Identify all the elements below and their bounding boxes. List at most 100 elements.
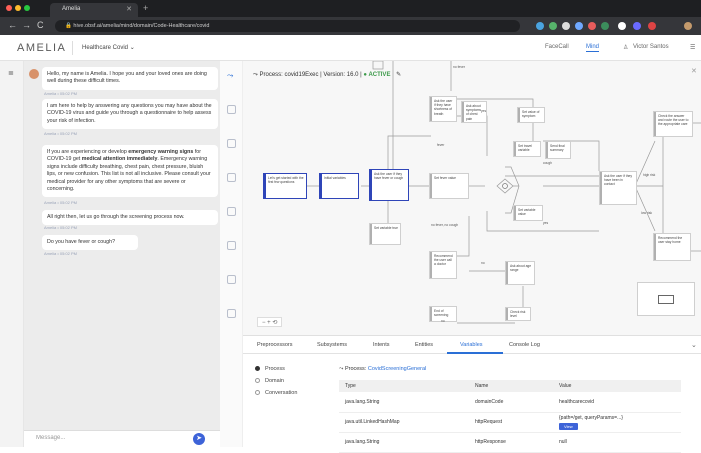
minimize-window-icon[interactable] xyxy=(15,5,21,11)
forward-icon[interactable]: → xyxy=(22,20,31,30)
tab-intents[interactable]: Intents xyxy=(373,342,390,348)
edge-label: no xyxy=(481,261,485,265)
scope-conversation[interactable]: Conversation xyxy=(255,390,297,396)
chat-message: All right then, let us go through the sc… xyxy=(42,210,218,226)
message-timestamp: Amelia • 05:02 PM xyxy=(44,91,77,96)
flow-node[interactable]: Check the answer and route the user to t… xyxy=(653,111,693,137)
browser-tab[interactable]: Amelia ✕ xyxy=(50,3,138,17)
settings-tool-icon[interactable] xyxy=(227,309,236,318)
url-text: hive.obsf.ai/amelia/mind/domain/Code-Hea… xyxy=(73,23,210,29)
extension-icon[interactable] xyxy=(633,22,641,30)
bottom-panel: Preprocessors Subsystems Intents Entitie… xyxy=(243,335,701,453)
url-field[interactable]: 🔒 hive.obsf.ai/amelia/mind/domain/Code-H… xyxy=(55,20,520,32)
scope-process[interactable]: Process xyxy=(255,366,285,372)
avatar xyxy=(29,69,39,79)
message-text: If you are experiencing or develop xyxy=(47,149,129,155)
process-name: Process: covid19Exec xyxy=(259,72,319,78)
table-header: Type Name Value xyxy=(339,380,681,392)
close-icon[interactable]: ✕ xyxy=(691,67,697,75)
entity-tool-icon[interactable] xyxy=(227,173,236,182)
cell-value: null xyxy=(553,432,681,453)
back-icon[interactable]: ← xyxy=(8,20,17,30)
flow-node[interactable]: Send final summary xyxy=(545,141,571,159)
agent-name: Healthcare Covid xyxy=(82,45,129,51)
maximize-window-icon[interactable] xyxy=(24,5,30,11)
column-header: Value xyxy=(553,380,681,392)
script-tool-icon[interactable] xyxy=(227,275,236,284)
flow-node[interactable]: Let's get started with the first few que… xyxy=(263,173,307,199)
message-bold: medical attention immediately xyxy=(81,156,158,163)
process-link[interactable]: CovidScreeningGeneral xyxy=(368,366,426,372)
tab-preprocessors[interactable]: Preprocessors xyxy=(257,342,292,348)
cell-type: java.lang.String xyxy=(339,392,469,413)
chat-message: Hello, my name is Amelia. I hope you and… xyxy=(42,67,218,90)
message-timestamp: Amelia • 05:02 PM xyxy=(44,131,77,136)
profile-avatar[interactable] xyxy=(684,22,692,30)
collapse-icon[interactable]: ⌄ xyxy=(691,341,697,349)
extension-icon[interactable] xyxy=(648,22,656,30)
send-button[interactable]: ➤ xyxy=(193,433,205,445)
zoom-controls[interactable]: − + ⟲ xyxy=(257,317,283,327)
menu-icon[interactable]: ☰ xyxy=(690,44,695,51)
tab-entities[interactable]: Entities xyxy=(415,342,433,348)
variable-tool-icon[interactable] xyxy=(227,241,236,250)
flow-node[interactable]: Ask the user if they have shortness of b… xyxy=(429,96,457,122)
message-input[interactable] xyxy=(36,435,186,441)
flow-node[interactable]: Set fever value xyxy=(429,173,469,199)
process-canvas[interactable]: ⤳ Process: covid19Exec | Version: 16.0 |… xyxy=(243,61,701,335)
chat-icon[interactable]: ≣ xyxy=(8,69,14,77)
extension-icon[interactable] xyxy=(575,22,583,30)
intent-tool-icon[interactable] xyxy=(227,139,236,148)
extension-icon[interactable] xyxy=(549,22,557,30)
nav-mind[interactable]: Mind xyxy=(586,44,600,52)
selected-tab-indicator xyxy=(447,352,503,354)
flow-node[interactable]: Check risk level xyxy=(505,307,531,321)
canvas-minimap[interactable] xyxy=(637,282,695,316)
flow-tool-icon[interactable] xyxy=(227,207,236,216)
tab-subsystems[interactable]: Subsystems xyxy=(317,342,347,348)
flow-node[interactable]: Recommend the user call a doctor xyxy=(429,251,457,279)
flow-node[interactable]: Set variable value xyxy=(513,205,543,221)
flow-node[interactable]: Ask about age range xyxy=(505,261,535,285)
extension-icon[interactable] xyxy=(536,22,544,30)
flow-node[interactable]: Initial variables xyxy=(319,173,359,199)
bpn-tool-icon[interactable] xyxy=(227,105,236,114)
edge-label: no xyxy=(441,319,445,323)
flow-node[interactable]: Set value of symptom xyxy=(517,107,545,123)
extension-icon[interactable] xyxy=(588,22,596,30)
edit-icon[interactable]: ✎ xyxy=(396,72,401,78)
scope-label: Process xyxy=(265,366,285,372)
app-header: AMELIA Healthcare Covid ⌄ FaceCall Mind … xyxy=(0,35,701,61)
flow-node[interactable]: Recommend the user stay home xyxy=(653,233,691,261)
extension-icon[interactable] xyxy=(562,22,570,30)
cell-name: domainCode xyxy=(469,392,553,413)
agent-selector[interactable]: Healthcare Covid ⌄ xyxy=(82,44,135,51)
flow-node[interactable]: Set variable true xyxy=(369,223,401,245)
scope-domain[interactable]: Domain xyxy=(255,378,284,384)
status-badge: ● ACTIVE xyxy=(363,72,391,78)
tab-variables[interactable]: Variables xyxy=(460,342,483,348)
flow-node[interactable]: Ask the user if they have fever or cough xyxy=(369,169,409,201)
flow-node[interactable]: Ask the user if they have been in contac… xyxy=(599,171,637,205)
flow-node[interactable]: Set travel variable xyxy=(513,141,541,157)
extension-icon[interactable] xyxy=(601,22,609,30)
nav-facecall[interactable]: FaceCall xyxy=(545,44,569,50)
message-timestamp: Amelia • 05:02 PM xyxy=(44,200,77,205)
view-button[interactable]: View xyxy=(559,422,578,430)
edge-label: yes xyxy=(543,221,549,225)
message-bold: emergency warning signs xyxy=(128,149,194,155)
radio-icon xyxy=(255,390,260,396)
chat-message: If you are experiencing or develop emerg… xyxy=(42,145,218,198)
tab-console-log[interactable]: Console Log xyxy=(509,342,540,348)
process-tool-icon[interactable]: ⤳ xyxy=(227,71,233,81)
extension-icon[interactable] xyxy=(618,22,626,30)
close-tab-icon[interactable]: ✕ xyxy=(126,5,132,13)
reload-icon[interactable]: C xyxy=(37,20,44,30)
close-window-icon[interactable] xyxy=(6,5,12,11)
minimap-viewport[interactable] xyxy=(658,295,674,304)
radio-icon xyxy=(255,366,260,372)
browser-tab-bar: Amelia ✕ + xyxy=(0,0,701,17)
edge-label: high risk xyxy=(643,173,656,177)
new-tab-icon[interactable]: + xyxy=(143,3,148,13)
user-name[interactable]: Victor Santos xyxy=(633,44,669,50)
